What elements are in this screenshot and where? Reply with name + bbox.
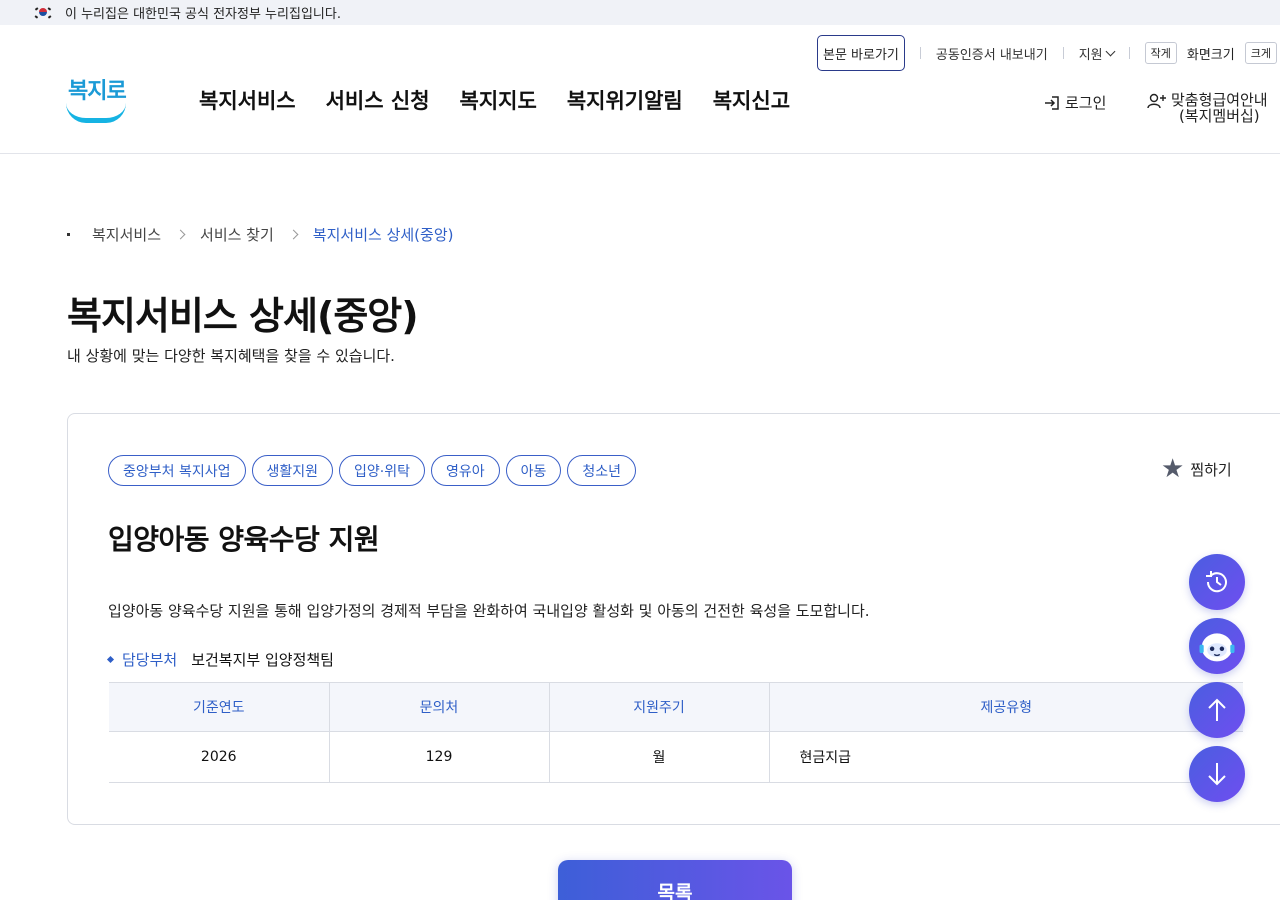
font-large-button[interactable]: 크게 xyxy=(1244,42,1277,64)
chatbot-button[interactable] xyxy=(1189,618,1245,674)
tag[interactable]: 아동 xyxy=(505,455,562,486)
tag[interactable]: 영유아 xyxy=(431,455,500,486)
gnb-item-welfare-service[interactable]: 복지서비스 xyxy=(199,85,296,115)
arrow-down-icon xyxy=(1208,763,1226,786)
font-size-label: 화면크기 xyxy=(1186,47,1235,63)
site-logo[interactable]: 복지로 xyxy=(66,73,127,125)
gnb-item-service-apply[interactable]: 서비스 신청 xyxy=(326,85,430,115)
font-small-button[interactable]: 작게 xyxy=(1144,42,1177,64)
cert-export-link[interactable]: 공동인증서 내보내기 xyxy=(936,44,1048,63)
login-button[interactable]: 로그인 xyxy=(1043,92,1106,113)
diamond-bullet-icon xyxy=(106,655,115,664)
logo-text: 복지로 xyxy=(68,79,127,104)
gnb-item-welfare-map[interactable]: 복지지도 xyxy=(460,85,537,115)
department-info: 담당부처 보건복지부 입양정책팀 xyxy=(106,649,334,670)
logo-smile-icon xyxy=(66,103,126,123)
service-tags: 중앙부처 복지사업 생활지원 입양·위탁 영유아 아동 청소년 xyxy=(108,455,637,486)
gnb-item-welfare-report[interactable]: 복지신고 xyxy=(713,85,790,115)
breadcrumb-item[interactable]: 복지서비스 xyxy=(92,224,161,245)
chatbot-icon xyxy=(1199,633,1235,662)
table-cell: 129 xyxy=(329,731,550,783)
breadcrumb-item[interactable]: 서비스 찾기 xyxy=(200,224,274,245)
service-detail-card: 중앙부처 복지사업 생활지원 입양·위탁 영유아 아동 청소년 ★ 찜하기 입양… xyxy=(67,413,1280,825)
login-label: 로그인 xyxy=(1065,94,1107,112)
gnb-item-crisis-alert[interactable]: 복지위기알림 xyxy=(567,85,683,115)
arrow-up-icon xyxy=(1208,698,1226,721)
korea-flag-icon xyxy=(34,6,52,19)
service-title: 입양아동 양육수당 지원 xyxy=(108,523,380,556)
department-value: 보건복지부 입양정책팀 xyxy=(191,651,334,669)
divider xyxy=(919,47,921,59)
breadcrumb: 복지서비스 서비스 찾기 복지서비스 상세(중앙) xyxy=(67,224,453,245)
list-button[interactable]: 목록 xyxy=(558,860,792,900)
main-navigation: 복지서비스 서비스 신청 복지지도 복지위기알림 복지신고 xyxy=(199,85,790,115)
table-cell: 2026 xyxy=(109,731,330,783)
chevron-right-icon xyxy=(288,229,299,240)
tag[interactable]: 입양·위탁 xyxy=(339,455,426,486)
site-header: 본문 바로가기 공동인증서 내보내기 지원 작게 화면크기 크게 복지로 복지서… xyxy=(0,25,1280,154)
page-description: 내 상황에 맞는 다양한 복지혜택을 찾을 수 있습니다. xyxy=(67,347,395,365)
divider xyxy=(1062,47,1064,59)
membership-label: 맞춤형급여안내 (복지멤버십) xyxy=(1171,92,1268,124)
star-icon: ★ xyxy=(1161,454,1185,484)
service-description: 입양아동 양육수당 지원을 통해 입양가정의 경제적 부담을 완화하여 국내입양… xyxy=(108,602,870,620)
gov-banner: 이 누리집은 대한민국 공식 전자정부 누리집입니다. xyxy=(0,0,1280,25)
table-cell: 월 xyxy=(549,731,770,783)
table-header-row: 기준연도 문의처 지원주기 제공유형 xyxy=(109,682,1243,732)
skip-to-content-button[interactable]: 본문 바로가기 xyxy=(817,35,905,71)
table-row: 2026 129 월 현금지급 xyxy=(109,731,1243,783)
scroll-bottom-button[interactable] xyxy=(1189,746,1245,802)
service-info-table: 기준연도 문의처 지원주기 제공유형 2026 129 월 현금지급 xyxy=(109,682,1243,783)
chevron-down-icon xyxy=(1105,46,1116,56)
table-header: 기준연도 xyxy=(109,682,330,732)
membership-label-line2: (복지멤버십) xyxy=(1178,107,1260,125)
chevron-right-icon xyxy=(175,229,186,240)
history-icon xyxy=(1206,571,1227,593)
bookmark-button[interactable]: ★ 찜하기 xyxy=(1161,456,1232,482)
tag[interactable]: 생활지원 xyxy=(251,455,334,486)
table-header: 문의처 xyxy=(329,682,550,732)
table-header: 제공유형 xyxy=(769,682,1243,732)
tag[interactable]: 청소년 xyxy=(567,455,637,486)
bookmark-label: 찜하기 xyxy=(1190,460,1232,479)
language-label: 지원 xyxy=(1078,47,1103,63)
tag[interactable]: 중앙부처 복지사업 xyxy=(108,455,246,486)
scroll-top-button[interactable] xyxy=(1189,682,1245,738)
utility-bar: 본문 바로가기 공동인증서 내보내기 지원 작게 화면크기 크게 xyxy=(817,35,1277,71)
table-header: 지원주기 xyxy=(549,682,770,732)
gov-banner-text: 이 누리집은 대한민국 공식 전자정부 누리집입니다. xyxy=(65,7,341,22)
user-add-icon xyxy=(1147,93,1166,109)
page-title: 복지서비스 상세(중앙) xyxy=(67,294,419,338)
table-cell: 현금지급 xyxy=(769,731,1243,783)
history-button[interactable] xyxy=(1189,554,1245,610)
divider xyxy=(1128,47,1130,59)
membership-button[interactable]: 맞춤형급여안내 (복지멤버십) xyxy=(1147,92,1268,124)
home-dot-icon xyxy=(67,233,70,236)
login-icon xyxy=(1045,95,1059,110)
language-select[interactable]: 지원 xyxy=(1078,44,1116,63)
department-label: 담당부처 xyxy=(122,651,178,669)
breadcrumb-current: 복지서비스 상세(중앙) xyxy=(312,226,454,244)
